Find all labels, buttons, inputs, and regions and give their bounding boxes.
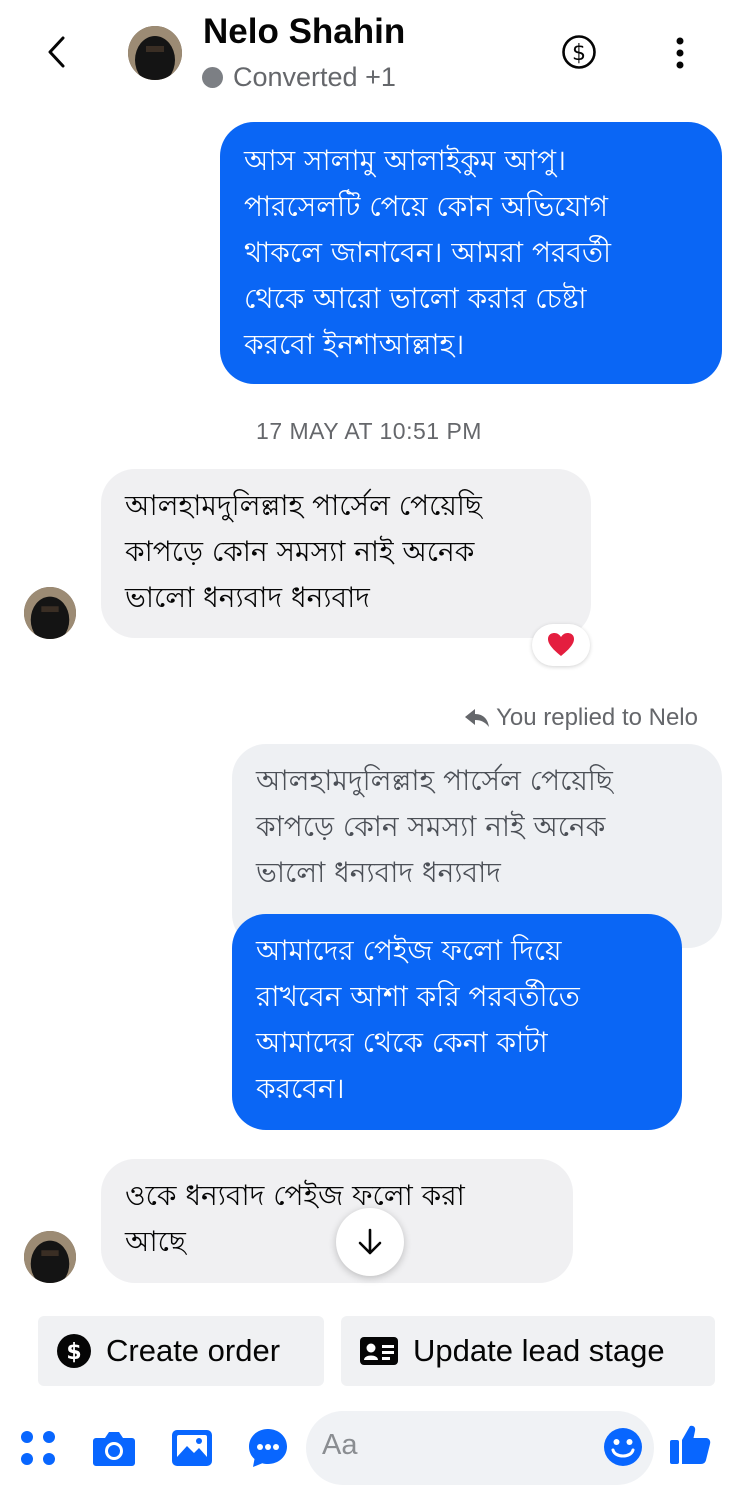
status-dot xyxy=(202,67,223,88)
dollar-circle-icon: $ xyxy=(57,1334,91,1368)
saved-replies-button[interactable] xyxy=(246,1426,290,1470)
contact-avatar[interactable] xyxy=(128,26,182,80)
reply-arrow-icon xyxy=(465,709,490,727)
arrow-down-icon xyxy=(358,1228,382,1255)
message-bubble-outgoing[interactable]: আমাদের পেইজ ফলো দিয়ে রাখবেন আশা করি পরব… xyxy=(232,914,682,1130)
image-icon xyxy=(172,1430,212,1466)
heart-icon xyxy=(548,633,574,656)
conversation-header: Nelo Shahin Converted +1 $ xyxy=(0,0,738,110)
message-bubble-incoming[interactable]: ওকে ধন্যবাদ পেইজ ফলো করা আছে xyxy=(101,1159,573,1283)
back-button[interactable] xyxy=(38,34,74,70)
reply-note-text: You replied to Nelo xyxy=(496,704,698,731)
dollar-circle-icon: $ xyxy=(562,35,596,69)
smiley-icon xyxy=(604,1428,642,1466)
message-bubble-incoming[interactable]: আলহামদুলিল্লাহ পার্সেল পেয়েছি কাপড়ে কো… xyxy=(101,469,591,638)
sender-avatar[interactable] xyxy=(24,587,76,639)
grid-dots-icon xyxy=(21,1431,55,1465)
camera-icon xyxy=(93,1432,135,1466)
chevron-left-icon xyxy=(48,36,65,68)
message-bubble-outgoing[interactable]: আস সালামু আলাইকুম আপু। পারসেলটি পেয়ে কো… xyxy=(220,122,722,384)
message-composer: Aa xyxy=(0,1402,738,1491)
create-order-button[interactable]: $ Create order xyxy=(38,1316,324,1386)
chat-bubble-icon xyxy=(249,1429,287,1467)
reply-indicator: You replied to Nelo xyxy=(464,704,698,732)
status-text: Converted +1 xyxy=(233,62,396,92)
sender-avatar[interactable] xyxy=(24,1231,76,1283)
message-input-placeholder: Aa xyxy=(322,1429,358,1461)
reaction-badge[interactable] xyxy=(532,624,590,666)
emoji-button[interactable] xyxy=(602,1426,644,1468)
gallery-button[interactable] xyxy=(170,1426,214,1470)
quick-actions-bar: $ Create order Update lead stage xyxy=(0,1316,738,1386)
create-order-label: Create order xyxy=(106,1333,281,1368)
camera-button[interactable] xyxy=(92,1426,136,1470)
message-timestamp: 17 MAY AT 10:51 PM xyxy=(256,418,482,444)
scroll-to-bottom-button[interactable] xyxy=(336,1208,404,1276)
contact-name[interactable]: Nelo Shahin xyxy=(203,12,405,52)
svg-text:$: $ xyxy=(66,1340,81,1365)
lead-status[interactable]: Converted +1 xyxy=(202,62,396,93)
payment-button[interactable]: $ xyxy=(561,34,597,70)
more-options-button[interactable] xyxy=(663,34,697,72)
more-vertical-icon xyxy=(676,37,684,69)
apps-button[interactable] xyxy=(16,1426,60,1470)
contact-card-icon xyxy=(360,1337,398,1365)
thumbs-up-icon xyxy=(670,1425,711,1464)
update-lead-stage-label: Update lead stage xyxy=(413,1333,665,1368)
like-button[interactable] xyxy=(668,1422,712,1466)
svg-text:$: $ xyxy=(572,41,586,66)
update-lead-stage-button[interactable]: Update lead stage xyxy=(341,1316,715,1386)
